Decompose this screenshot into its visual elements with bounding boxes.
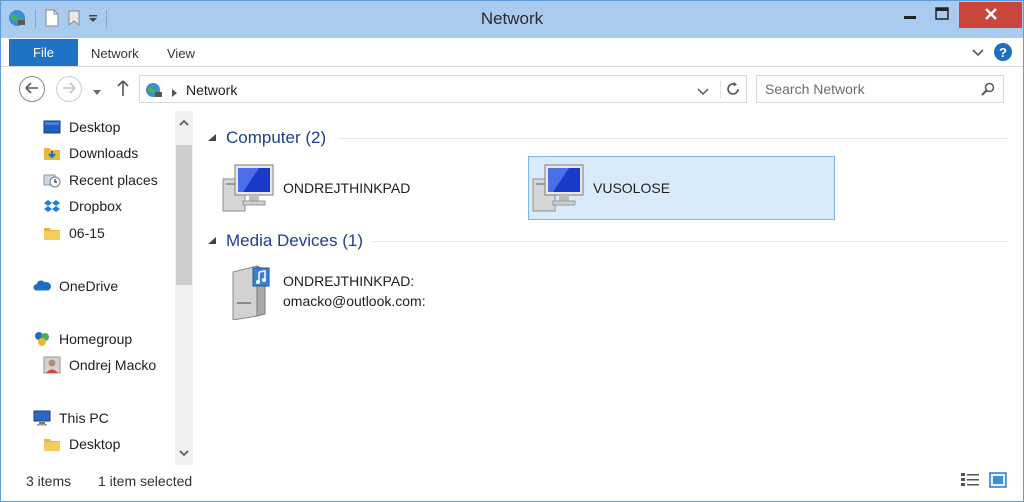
nav-item-label: Downloads: [69, 145, 139, 161]
group-title: Computer (2): [226, 128, 327, 147]
details-view-icon[interactable]: [960, 471, 980, 489]
network-computer-icon: [529, 158, 589, 218]
group-divider: [339, 138, 1007, 139]
tab-view[interactable]: View: [167, 46, 195, 61]
network-computer-icon: [219, 158, 279, 218]
dropbox-icon: [43, 197, 61, 215]
group-header-computer[interactable]: Computer (2): [206, 126, 326, 150]
nav-pane-scrollbar[interactable]: [175, 111, 193, 465]
ribbon-tabs: File Network View ?: [1, 38, 1023, 67]
address-history-chevron-icon[interactable]: [697, 84, 709, 100]
back-arrow-icon: [25, 81, 39, 97]
nav-item-label: Dropbox: [69, 198, 122, 214]
network-item-ondrejthinkpad[interactable]: ONDREJTHINKPAD: [219, 157, 519, 219]
nav-item-label: Desktop: [69, 436, 121, 452]
maximize-button[interactable]: [925, 2, 959, 28]
refresh-icon: [726, 82, 739, 95]
nav-item-label: Recent places: [69, 172, 158, 188]
folder-icon: [43, 224, 61, 242]
tab-file[interactable]: File: [9, 39, 78, 66]
nav-item-06-15[interactable]: 06-15: [43, 222, 105, 244]
back-button[interactable]: [19, 76, 45, 102]
explorer-window: Network File Network View ? Network Sear…: [0, 0, 1024, 502]
navigation-bar: Network: [1, 67, 1023, 111]
recent-places-icon: [43, 171, 61, 189]
group-header-media-devices[interactable]: Media Devices (1): [206, 229, 363, 253]
nav-item-ondrej-macko[interactable]: Ondrej Macko: [43, 354, 156, 376]
scroll-down-chevron-icon: [179, 450, 189, 457]
address-bar[interactable]: Network: [139, 75, 747, 103]
group-title: Media Devices (1): [226, 231, 363, 250]
close-icon: [984, 7, 998, 24]
network-item-label: ONDREJTHINKPAD: [283, 180, 411, 196]
scroll-thumb[interactable]: [176, 145, 192, 285]
forward-arrow-icon: [62, 81, 76, 97]
content-pane: Computer (2) ONDREJTHINKPAD VUSOLOSE Med…: [194, 111, 1023, 465]
up-arrow-icon[interactable]: [116, 79, 130, 100]
breadcrumb-network[interactable]: Network: [186, 82, 237, 98]
desktop-icon: [43, 118, 61, 136]
nav-item-dropbox[interactable]: Dropbox: [43, 195, 122, 217]
nav-item-homegroup[interactable]: Homegroup: [33, 328, 132, 350]
navigation-pane: Desktop Downloads Recent places Dropbox …: [1, 111, 194, 465]
status-item-count: 3 items: [26, 473, 72, 489]
nav-item-label: OneDrive: [59, 278, 119, 294]
status-bar: 3 items 1 item selected: [1, 465, 1023, 501]
downloads-folder-icon: [43, 144, 61, 162]
minimize-icon: [903, 7, 917, 23]
media-device-ondrejthinkpad[interactable]: ONDREJTHINKPAD: omacko@outlook.com:: [219, 260, 519, 322]
search-input[interactable]: [765, 80, 965, 98]
expand-ribbon-chevron-icon[interactable]: [970, 44, 986, 60]
close-button[interactable]: [959, 2, 1022, 28]
desktop-folder-icon: [43, 435, 61, 453]
network-item-label: VUSOLOSE: [593, 180, 671, 196]
nav-item-recent-places[interactable]: Recent places: [43, 169, 158, 191]
window-title: Network: [480, 9, 544, 28]
title-bar[interactable]: Network: [1, 1, 1023, 38]
scroll-up-button[interactable]: [175, 111, 193, 135]
minimize-button[interactable]: [891, 2, 929, 28]
network-location-icon: [144, 81, 164, 102]
nav-item-desktop[interactable]: Desktop: [43, 116, 120, 138]
nav-item-label: 06-15: [69, 225, 105, 241]
user-avatar-icon: [43, 356, 61, 374]
help-icon[interactable]: ?: [994, 43, 1012, 61]
tab-network[interactable]: Network: [91, 46, 139, 61]
recent-locations-dropdown-icon[interactable]: [92, 84, 102, 100]
collapse-group-chevron-icon: [208, 134, 216, 141]
nav-item-onedrive[interactable]: OneDrive: [33, 275, 118, 297]
nav-item-label: Ondrej Macko: [69, 357, 157, 373]
search-icon[interactable]: [981, 82, 995, 99]
media-device-label: ONDREJTHINKPAD: omacko@outlook.com:: [283, 271, 426, 311]
search-box[interactable]: [756, 75, 1004, 103]
homegroup-icon: [33, 330, 51, 348]
large-icons-view-icon[interactable]: [988, 471, 1008, 489]
maximize-icon: [935, 7, 949, 23]
onedrive-icon: [33, 277, 51, 295]
forward-button[interactable]: [56, 76, 82, 102]
breadcrumb-separator-icon[interactable]: [171, 85, 179, 101]
collapse-group-chevron-icon: [208, 237, 216, 244]
nav-item-downloads[interactable]: Downloads: [43, 142, 138, 164]
nav-item-label: Homegroup: [59, 331, 133, 347]
group-divider: [372, 241, 1007, 242]
scroll-up-chevron-icon: [179, 119, 189, 126]
status-selection: 1 item selected: [98, 473, 193, 489]
refresh-button[interactable]: [720, 80, 744, 98]
this-pc-icon: [33, 409, 51, 427]
nav-item-this-pc[interactable]: This PC: [33, 407, 109, 429]
network-item-vusolose[interactable]: VUSOLOSE: [528, 156, 835, 220]
nav-item-label: Desktop: [69, 119, 121, 135]
media-device-name: ONDREJTHINKPAD:: [283, 273, 415, 289]
media-server-icon: [219, 261, 279, 321]
media-device-account: omacko@outlook.com:: [283, 293, 426, 309]
scroll-down-button[interactable]: [175, 441, 193, 465]
nav-item-label: This PC: [59, 410, 109, 426]
nav-item-this-pc-desktop[interactable]: Desktop: [43, 433, 120, 455]
